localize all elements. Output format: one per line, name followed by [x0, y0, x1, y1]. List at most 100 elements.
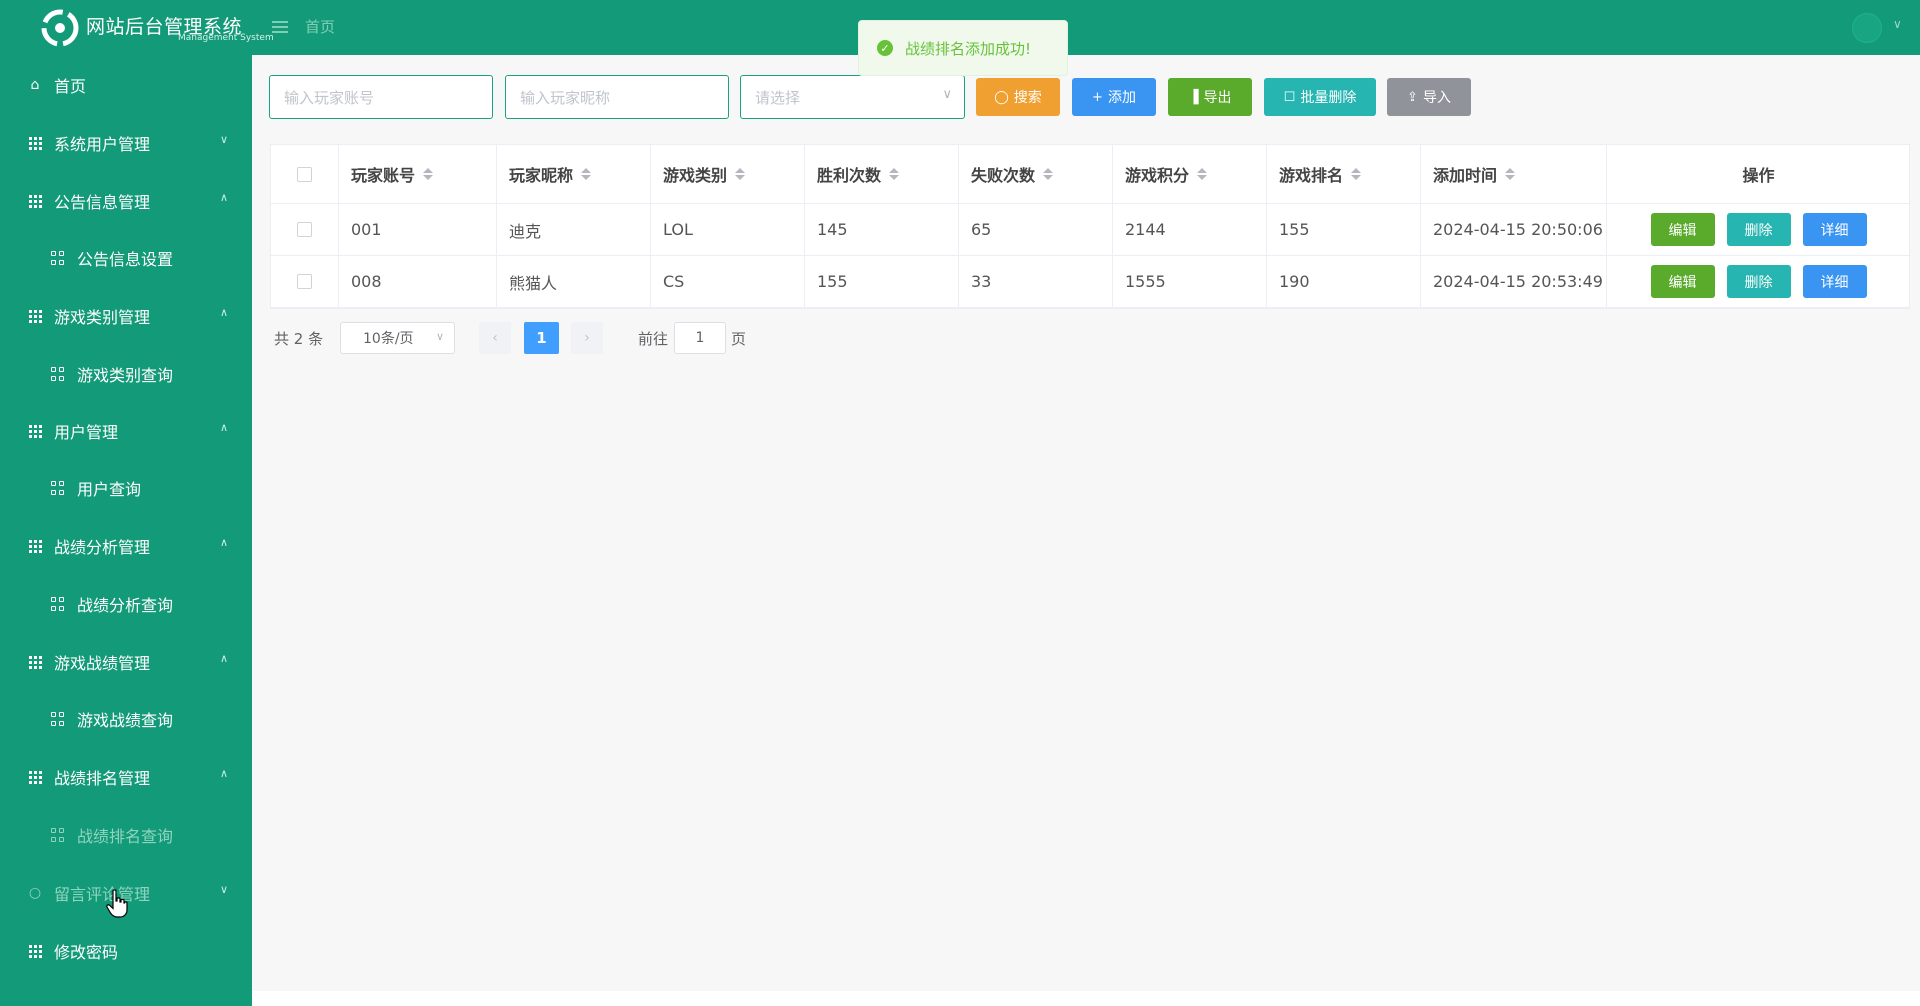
cell-losses: 33	[959, 256, 1113, 307]
sort-icon[interactable]	[735, 168, 746, 180]
chevron-left-icon: ‹	[492, 330, 498, 346]
sort-icon[interactable]	[1197, 168, 1208, 180]
row-checkbox[interactable]	[297, 274, 312, 289]
sort-icon[interactable]	[1043, 168, 1054, 180]
batch-delete-button-label: 批量删除	[1300, 90, 1357, 106]
column-header-score[interactable]: 游戏积分	[1113, 145, 1267, 203]
sidebar-item-record-analysis-mgmt[interactable]: 战绩分析管理 ∧	[0, 524, 252, 568]
edit-button[interactable]: 编辑	[1650, 213, 1715, 246]
sidebar-item-label: 系统用户管理	[54, 135, 151, 154]
prev-page-button[interactable]: ‹	[479, 322, 511, 354]
cell-actions: 编辑 删除 详细	[1607, 204, 1910, 255]
sidebar-item-ranking-query[interactable]: 战绩排名查询	[0, 813, 252, 857]
sort-icon[interactable]	[1505, 168, 1516, 180]
table-row: 001 迪克 LOL 145 65 2144 155 2024-04-15 20…	[271, 204, 1909, 256]
sidebar: ⌂ 首页 系统用户管理 ∨ 公告信息管理 ∧ 公告信息设置 游戏类别管理 ∧ 游…	[0, 55, 252, 1006]
content-footer	[252, 991, 1920, 1006]
sidebar-item-label: 修改密码	[54, 943, 119, 962]
sidebar-item-game-category-query[interactable]: 游戏类别查询	[0, 352, 252, 396]
page-number-current[interactable]: 1	[524, 322, 559, 354]
sidebar-item-label: 公告信息设置	[77, 250, 174, 269]
sidebar-item-system-users[interactable]: 系统用户管理 ∨	[0, 121, 252, 165]
sidebar-item-label: 用户管理	[54, 423, 119, 442]
apps-icon	[50, 366, 66, 382]
detail-button[interactable]: 详细	[1802, 213, 1867, 246]
cell-added-time: 2024-04-15 20:53:49	[1421, 256, 1607, 307]
row-select-cell	[271, 256, 339, 307]
sidebar-item-change-password[interactable]: 修改密码	[0, 929, 252, 973]
sidebar-item-game-record-query[interactable]: 游戏战绩查询	[0, 697, 252, 741]
upload-icon: ⇪	[1407, 89, 1418, 105]
detail-button[interactable]: 详细	[1802, 265, 1867, 298]
cell-account: 008	[339, 256, 497, 307]
sidebar-item-ranking-mgmt[interactable]: 战绩排名管理 ∧	[0, 755, 252, 799]
sidebar-item-label: 战绩分析管理	[54, 538, 151, 557]
cell-score: 2144	[1113, 204, 1267, 255]
column-header-category[interactable]: 游戏类别	[651, 145, 805, 203]
sidebar-item-game-category-mgmt[interactable]: 游戏类别管理 ∧	[0, 294, 252, 338]
sidebar-item-label: 首页	[54, 77, 87, 96]
search-icon: ◯	[994, 89, 1009, 105]
sort-icon[interactable]	[581, 168, 592, 180]
menu-toggle-icon[interactable]	[270, 17, 290, 37]
column-header-losses[interactable]: 失败次数	[959, 145, 1113, 203]
game-category-select[interactable]: 请选择 ∨	[740, 75, 965, 119]
add-button-label: 添加	[1107, 90, 1136, 106]
cell-category: LOL	[651, 204, 805, 255]
delete-button[interactable]: 删除	[1726, 265, 1791, 298]
column-header-wins[interactable]: 胜利次数	[805, 145, 959, 203]
sort-icon[interactable]	[1351, 168, 1362, 180]
bar-chart-icon: ▐	[1188, 89, 1199, 105]
grid-icon	[27, 538, 43, 554]
delete-button[interactable]: 删除	[1726, 213, 1791, 246]
table-header: 玩家账号 玩家昵称 游戏类别 胜利次数 失败次数 游戏积分 游戏排名 添加时间 …	[271, 145, 1909, 204]
column-header-rank[interactable]: 游戏排名	[1267, 145, 1421, 203]
select-all-checkbox[interactable]	[297, 166, 312, 182]
sort-icon[interactable]	[423, 168, 434, 180]
add-button[interactable]: + 添加	[1072, 78, 1156, 116]
export-button[interactable]: ▐ 导出	[1168, 78, 1252, 116]
chevron-up-icon: ∧	[219, 652, 228, 665]
sidebar-item-announcement-settings[interactable]: 公告信息设置	[0, 236, 252, 280]
search-button[interactable]: ◯ 搜索	[976, 78, 1060, 116]
avatar[interactable]	[1852, 13, 1882, 43]
sidebar-item-home[interactable]: ⌂ 首页	[0, 63, 252, 107]
sidebar-item-user-query[interactable]: 用户查询	[0, 466, 252, 510]
column-header-account[interactable]: 玩家账号	[339, 145, 497, 203]
cell-rank: 190	[1267, 256, 1421, 307]
sidebar-item-game-record-mgmt[interactable]: 游戏战绩管理 ∧	[0, 640, 252, 684]
page-size-select[interactable]: 10条/页 ∨	[340, 322, 455, 354]
grid-icon	[27, 193, 43, 209]
chevron-down-icon[interactable]: ∨	[1893, 17, 1902, 31]
player-account-input[interactable]: 输入玩家账号	[269, 75, 493, 119]
chevron-up-icon: ∧	[219, 536, 228, 549]
page-label: 页	[731, 330, 747, 348]
chevron-up-icon: ∧	[219, 767, 228, 780]
cell-nickname: 熊猫人	[497, 256, 651, 307]
column-header-nickname[interactable]: 玩家昵称	[497, 145, 651, 203]
breadcrumb[interactable]: 首页	[305, 16, 335, 37]
table-row: 008 熊猫人 CS 155 33 1555 190 2024-04-15 20…	[271, 256, 1909, 308]
sidebar-item-announcement-mgmt[interactable]: 公告信息管理 ∧	[0, 179, 252, 223]
goto-page-input[interactable]: 1	[674, 322, 726, 354]
sidebar-item-record-analysis-query[interactable]: 战绩分析查询	[0, 582, 252, 626]
goto-label: 前往	[638, 330, 669, 348]
cell-wins: 145	[805, 204, 959, 255]
cell-rank: 155	[1267, 204, 1421, 255]
apps-icon	[50, 827, 66, 843]
import-button[interactable]: ⇪ 导入	[1387, 78, 1471, 116]
column-header-added-time[interactable]: 添加时间	[1421, 145, 1607, 203]
sidebar-item-user-mgmt[interactable]: 用户管理 ∧	[0, 409, 252, 453]
sidebar-item-label: 战绩排名查询	[77, 827, 174, 846]
batch-delete-button[interactable]: ☐ 批量删除	[1264, 78, 1376, 116]
grid-icon	[27, 943, 43, 959]
row-checkbox[interactable]	[297, 222, 312, 237]
cell-added-time: 2024-04-15 20:50:06	[1421, 204, 1607, 255]
search-button-label: 搜索	[1013, 90, 1042, 106]
player-nickname-input[interactable]: 输入玩家昵称	[505, 75, 729, 119]
cell-losses: 65	[959, 204, 1113, 255]
next-page-button[interactable]: ›	[571, 322, 603, 354]
edit-button[interactable]: 编辑	[1650, 265, 1715, 298]
page-size-value: 10条/页	[363, 331, 414, 347]
sort-icon[interactable]	[889, 168, 900, 180]
